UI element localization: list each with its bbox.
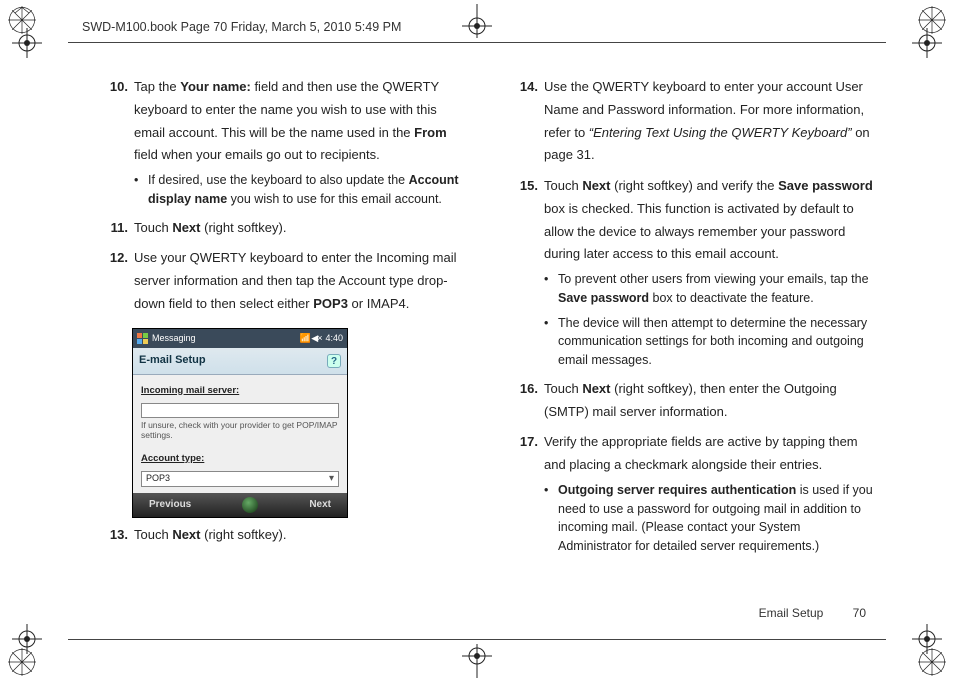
crop-mark-icon [462, 644, 492, 678]
step-17-bullet: Outgoing server requires authentication … [544, 481, 874, 556]
softkey-next: Next [309, 496, 331, 514]
step-text: Use the QWERTY keyboard to enter your ac… [544, 79, 870, 162]
incoming-server-input [141, 403, 339, 418]
keyboard-icon [242, 497, 258, 513]
signal-icon: 📶 ◀× [300, 331, 322, 347]
step-12: 12. Use your QWERTY keyboard to enter th… [100, 247, 464, 315]
crop-mark-icon [462, 4, 492, 38]
step-text: Touch Next (right softkey) and verify th… [544, 178, 873, 261]
step-15-bullet-2: The device will then attempt to determin… [544, 314, 874, 370]
step-text: Verify the appropriate fields are active… [544, 434, 858, 472]
step-number: 12. [100, 247, 128, 270]
phone-screenshot: Messaging 📶 ◀× 4:40 E-mail Setup ? Incom… [132, 328, 348, 518]
phone-menubar: Previous Next [133, 493, 347, 517]
rule-line [68, 639, 886, 640]
account-type-select: POP3 [141, 471, 339, 487]
step-text: Use your QWERTY keyboard to enter the In… [134, 250, 457, 311]
windows-flag-icon [137, 333, 148, 344]
softkey-previous: Previous [149, 496, 191, 514]
right-column: 14. Use the QWERTY keyboard to enter you… [510, 76, 874, 582]
step-number: 17. [510, 431, 538, 454]
page-header: SWD-M100.book Page 70 Friday, March 5, 2… [82, 20, 401, 34]
step-text: Touch Next (right softkey). [134, 220, 286, 235]
account-type-label: Account type: [141, 451, 339, 468]
step-13: 13. Touch Next (right softkey). [100, 524, 464, 547]
clock: 4:40 [325, 331, 343, 347]
step-16: 16. Touch Next (right softkey), then ent… [510, 378, 874, 424]
phone-titlebar: Messaging 📶 ◀× 4:40 [133, 329, 347, 349]
step-number: 11. [100, 217, 128, 240]
step-text: Tap the Your name: field and then use th… [134, 79, 447, 162]
step-15: 15. Touch Next (right softkey) and verif… [510, 175, 874, 370]
step-number: 14. [510, 76, 538, 99]
crop-mark-icon [12, 624, 42, 654]
step-number: 13. [100, 524, 128, 547]
incoming-server-label: Incoming mail server: [141, 383, 339, 400]
step-15-bullet-1: To prevent other users from viewing your… [544, 270, 874, 308]
crop-mark-icon [12, 28, 42, 58]
provider-hint: If unsure, check with your provider to g… [141, 420, 339, 440]
page-footer: Email Setup 70 [759, 606, 866, 620]
step-text: Touch Next (right softkey), then enter t… [544, 381, 837, 419]
crop-mark-icon [912, 28, 942, 58]
left-column: 10. Tap the Your name: field and then us… [100, 76, 464, 582]
page-content: 10. Tap the Your name: field and then us… [100, 76, 874, 582]
step-11: 11. Touch Next (right softkey). [100, 217, 464, 240]
step-number: 15. [510, 175, 538, 198]
step-10-bullet: If desired, use the keyboard to also upd… [134, 171, 464, 209]
step-17: 17. Verify the appropriate fields are ac… [510, 431, 874, 556]
rule-line [68, 42, 886, 43]
step-14: 14. Use the QWERTY keyboard to enter you… [510, 76, 874, 167]
help-icon: ? [327, 354, 341, 368]
footer-section: Email Setup [759, 606, 824, 620]
step-text: Touch Next (right softkey). [134, 527, 286, 542]
screen-heading: E-mail Setup ? [133, 348, 347, 374]
page-number: 70 [853, 606, 866, 620]
crop-mark-icon [912, 624, 942, 654]
step-10: 10. Tap the Your name: field and then us… [100, 76, 464, 209]
step-number: 16. [510, 378, 538, 401]
step-number: 10. [100, 76, 128, 99]
app-title: Messaging [152, 331, 196, 347]
